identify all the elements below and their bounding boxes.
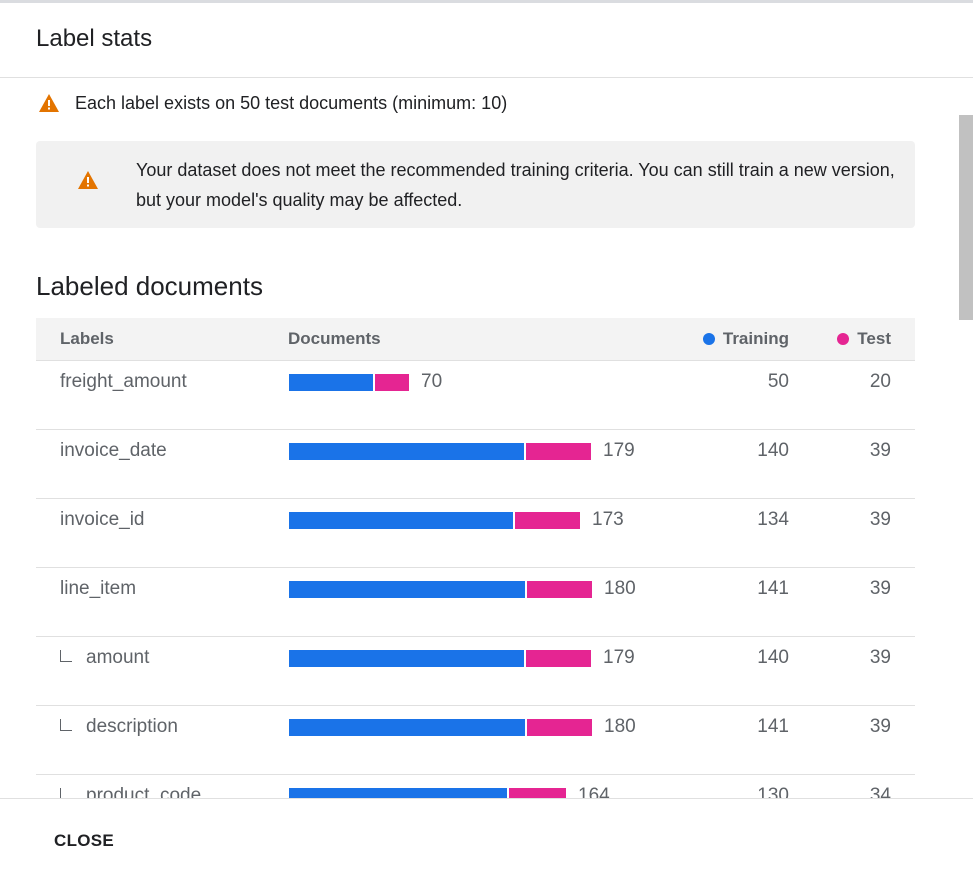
- test-count: 39: [869, 509, 891, 530]
- training-count: 141: [757, 578, 789, 599]
- document-total: 179: [603, 440, 635, 461]
- table-row: line_item 180 141 39: [36, 568, 915, 637]
- document-bar: [289, 650, 591, 667]
- test-count: 20: [869, 371, 891, 392]
- bar-test-segment: [515, 512, 580, 529]
- row-label: invoice_date: [60, 440, 167, 461]
- table-row: invoice_date 179 140 39: [36, 430, 915, 499]
- row-label: amount: [86, 647, 150, 668]
- bar-test-segment: [375, 374, 409, 391]
- bar-training-segment: [289, 581, 525, 598]
- training-dot-icon: [702, 333, 715, 345]
- training-count: 50: [767, 371, 789, 392]
- table-row: freight_amount 70 50 20: [36, 361, 915, 430]
- header-test-label: Test: [857, 329, 891, 348]
- row-label-cell: line_item: [60, 578, 136, 600]
- header-documents: Documents: [288, 329, 381, 348]
- table-row: invoice_id 173 134 39: [36, 499, 915, 568]
- table-row: amount 179 140 39: [36, 637, 915, 706]
- document-bar: [289, 512, 580, 529]
- document-bar: [289, 443, 591, 460]
- document-total: 179: [603, 647, 635, 668]
- bar-training-segment: [289, 650, 524, 667]
- document-bar: [289, 581, 592, 598]
- warning-icon: [78, 171, 98, 189]
- child-indent-icon: [60, 788, 72, 798]
- labeled-documents-table: Labels Documents Training Test freight_a…: [36, 318, 915, 798]
- row-label: description: [86, 716, 178, 737]
- bar-training-segment: [289, 719, 525, 736]
- training-count: 130: [757, 785, 789, 798]
- test-dot-icon: [837, 333, 850, 345]
- child-indent-icon: [60, 719, 72, 731]
- dialog-content[interactable]: Each label exists on 50 test documents (…: [0, 78, 973, 798]
- bar-training-segment: [289, 512, 513, 529]
- bar-test-segment: [509, 788, 566, 798]
- test-count: 39: [869, 716, 891, 737]
- row-label-cell: amount: [60, 647, 149, 669]
- training-count: 140: [757, 647, 789, 668]
- row-label: freight_amount: [60, 371, 187, 392]
- document-total: 173: [592, 509, 624, 530]
- test-count: 34: [869, 785, 891, 798]
- training-count: 141: [757, 716, 789, 737]
- header-test: Test: [837, 329, 891, 349]
- warning-line: Each label exists on 50 test documents (…: [38, 91, 507, 115]
- table-header: Labels Documents Training Test: [36, 318, 915, 361]
- table-row: description 180 141 39: [36, 706, 915, 775]
- row-label-cell: description: [60, 716, 178, 738]
- scrollbar-thumb[interactable]: [959, 115, 973, 320]
- row-label: line_item: [60, 578, 137, 599]
- row-label-cell: product_code: [60, 785, 201, 798]
- bar-test-segment: [527, 719, 592, 736]
- test-count: 39: [869, 578, 891, 599]
- close-button[interactable]: CLOSE: [38, 825, 130, 857]
- document-total: 180: [604, 578, 636, 599]
- document-bar: [289, 788, 566, 798]
- header-training: Training: [702, 329, 789, 349]
- table-body: freight_amount 70 50 20 invoice_date 179 140 39…: [36, 361, 915, 798]
- child-indent-icon: [60, 650, 72, 662]
- row-label-cell: invoice_date: [60, 440, 167, 462]
- dialog-header: Label stats: [0, 3, 973, 78]
- header-training-label: Training: [722, 329, 789, 348]
- header-labels: Labels: [60, 329, 114, 348]
- bar-test-segment: [526, 650, 591, 667]
- test-count: 39: [869, 647, 891, 668]
- bar-training-segment: [289, 788, 507, 798]
- section-title: Labeled documents: [36, 271, 263, 301]
- bar-test-segment: [526, 443, 591, 460]
- banner-text: Your dataset does not meet the recommend…: [136, 160, 895, 210]
- document-total: 180: [604, 716, 636, 737]
- document-total: 70: [421, 371, 443, 392]
- row-label-cell: invoice_id: [60, 509, 145, 531]
- table-row: product_code 164 130 34: [36, 775, 915, 798]
- document-bar: [289, 374, 409, 391]
- row-label: product_code: [86, 785, 202, 798]
- document-total: 164: [578, 785, 610, 798]
- dialog-title: Label stats: [36, 25, 153, 52]
- training-count: 140: [757, 440, 789, 461]
- warning-icon: [39, 94, 59, 112]
- row-label: invoice_id: [60, 509, 145, 530]
- test-count: 39: [869, 440, 891, 461]
- document-bar: [289, 719, 592, 736]
- training-count: 134: [757, 509, 789, 530]
- bar-test-segment: [527, 581, 592, 598]
- bar-training-segment: [289, 443, 524, 460]
- bar-training-segment: [289, 374, 373, 391]
- row-label-cell: freight_amount: [60, 371, 187, 393]
- dialog-footer: CLOSE: [0, 798, 973, 881]
- warning-text: Each label exists on 50 test documents (…: [75, 92, 508, 113]
- criteria-banner: Your dataset does not meet the recommend…: [36, 141, 915, 228]
